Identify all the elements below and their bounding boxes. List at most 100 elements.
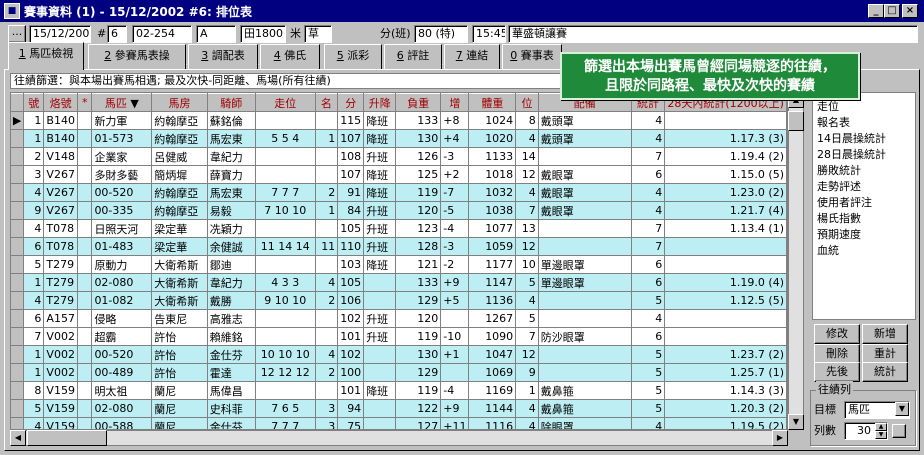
table-row[interactable]: 8 V159 明太祖 蘭尼 馬偉昌 101 降班 119 -4 1169 1 戴鼻箍 5 1.14.3 (…: [11, 381, 787, 400]
count-down-icon[interactable]: ▼: [875, 431, 887, 439]
list-item[interactable]: 走位: [813, 99, 915, 115]
row-selector[interactable]: [11, 183, 25, 202]
target-dropdown-arrow-icon[interactable]: ▼: [895, 402, 909, 416]
col-brand[interactable]: 烙號: [43, 93, 78, 112]
scroll-down-button[interactable]: ▼: [788, 414, 804, 430]
race-code-field[interactable]: 02-254: [132, 25, 192, 43]
tab-dividends[interactable]: 5 派彩: [324, 44, 382, 69]
maximize-button[interactable]: □: [884, 4, 900, 18]
row-selector[interactable]: [11, 381, 25, 400]
delete-button[interactable]: 刪除: [814, 344, 860, 364]
row-selector[interactable]: [11, 417, 25, 429]
edit-button[interactable]: 修改: [814, 324, 860, 344]
tab-runners-workout[interactable]: 2 參賽馬表操: [88, 44, 186, 69]
scroll-right-button[interactable]: ▶: [772, 430, 788, 446]
scroll-left-button[interactable]: ◀: [10, 430, 26, 446]
row-selector[interactable]: [11, 201, 25, 220]
tab-horse-view[interactable]: 1 馬匹檢視: [8, 42, 84, 70]
col-jockey[interactable]: 騎師: [207, 93, 256, 112]
list-item[interactable]: 報名表: [813, 115, 915, 131]
add-button[interactable]: 新增: [862, 324, 908, 344]
race-records-grid[interactable]: 號 烙號 * 馬匹 ▼ 馬房 騎師 走位 名 分 升降 負重 增 體重 位 配備…: [10, 92, 788, 430]
race-date-field[interactable]: 15/12/2002: [29, 25, 91, 43]
col-star[interactable]: *: [77, 93, 93, 112]
table-row[interactable]: 5 V159 02-080 蘭尼 史科菲 7 6 5 3 94 122 +9 1144 4 戴鼻箍 5 1.…: [11, 399, 787, 418]
order-button[interactable]: 先後: [814, 362, 860, 382]
statistics-button[interactable]: 統計: [862, 362, 908, 382]
col-running[interactable]: 走位: [255, 93, 316, 112]
col-updown[interactable]: 升降: [363, 93, 397, 112]
count-stepper[interactable]: 30 ▲ ▼: [844, 422, 888, 440]
grid-vertical-scrollbar[interactable]: ▲ ▼: [788, 92, 804, 430]
race-name-field[interactable]: 華盛頓讓賽: [508, 25, 918, 43]
browse-button[interactable]: ...: [8, 25, 26, 43]
table-row[interactable]: 6 A157 侵略 告東尼 高雅志 102 升班 120 1267 5 4: [11, 309, 787, 328]
list-item[interactable]: 勝敗統計: [813, 163, 915, 179]
record-type-list[interactable]: 走位 報名表 14日晨操統計 28日晨操統計 勝敗統計 走勢評述 使用者評注 楊…: [812, 92, 916, 320]
track-field[interactable]: 草: [304, 25, 332, 43]
list-item[interactable]: 預期速度: [813, 227, 915, 243]
table-row[interactable]: 1 V002 00-489 許怡 霍達 12 12 12 2 100 129 1069 9 5 1.25…: [11, 363, 787, 382]
col-weight[interactable]: 負重: [395, 93, 442, 112]
vertical-scroll-thumb[interactable]: [788, 111, 804, 131]
list-item[interactable]: 14日晨操統計: [813, 131, 915, 147]
row-selector[interactable]: [11, 219, 25, 238]
tab-race-list[interactable]: 0 賽事表: [502, 44, 562, 69]
minimize-button[interactable]: _: [868, 4, 884, 18]
col-draw[interactable]: 位: [515, 93, 539, 112]
horizontal-scroll-thumb[interactable]: [27, 430, 107, 446]
row-selector[interactable]: [11, 255, 25, 274]
table-row[interactable]: 3 V267 多財多藝 簡炳墀 薛寶力 107 降班 125 +2 1018 12 戴眼罩 6 1.15.…: [11, 165, 787, 184]
list-item[interactable]: 走勢評述: [813, 179, 915, 195]
table-row[interactable]: 4 V159 00-588 蘭尼 金仕芬 7 7 7 3 75 127 +11 1116 4 除眼罩 4 1…: [11, 417, 787, 429]
recalc-button[interactable]: 重計: [862, 344, 908, 364]
list-item[interactable]: 28日晨操統計: [813, 147, 915, 163]
table-row[interactable]: 6 T078 01-483 梁定華 余健誠 11 14 14 11 110 升班 128 -3 105…: [11, 237, 787, 256]
close-button[interactable]: ×: [902, 4, 918, 18]
row-selector[interactable]: ▶: [11, 111, 25, 130]
table-row[interactable]: 5 T279 原動力 大衛希斯 鄒迪 103 降班 121 -2 1177 10 單邊眼罩 6: [11, 255, 787, 274]
count-apply-button[interactable]: [892, 424, 906, 438]
col-place[interactable]: 名: [315, 93, 339, 112]
list-item[interactable]: 使用者評注: [813, 195, 915, 211]
race-class-field[interactable]: A: [196, 25, 236, 43]
table-row[interactable]: 9 V267 00-335 約翰摩亞 易毅 7 10 10 1 84 升班 120 -5 1038 7 戴…: [11, 201, 787, 220]
table-row[interactable]: 7 V002 超霸 許怡 賴維銘 101 升班 119 -10 1090 7 防沙眼罩 6: [11, 327, 787, 346]
row-selector[interactable]: [11, 165, 25, 184]
count-up-icon[interactable]: ▲: [875, 423, 887, 431]
col-body-weight[interactable]: 體重: [468, 93, 517, 112]
row-selector[interactable]: [11, 399, 25, 418]
table-row[interactable]: 4 V267 00-520 約翰摩亞 馬宏東 7 7 7 2 91 降班 119 -7 1032 4 戴眼…: [11, 183, 787, 202]
col-no[interactable]: 號: [23, 93, 45, 112]
col-increase[interactable]: 增: [440, 93, 470, 112]
row-selector[interactable]: [11, 345, 25, 364]
col-trainer[interactable]: 馬房: [151, 93, 208, 112]
row-selector[interactable]: [11, 363, 25, 382]
row-selector[interactable]: [11, 129, 25, 148]
table-row[interactable]: 1 V002 00-520 許怡 金仕芬 10 10 10 4 102 130 +1 1047 12 5…: [11, 345, 787, 364]
table-row[interactable]: 1 T279 02-080 大衛希斯 韋紀力 4 3 3 4 105 133 +9 1147 5 單邊眼…: [11, 273, 787, 292]
table-row[interactable]: 2 V148 企業家 呂健威 韋紀力 108 升班 126 -3 1133 14 7 1.19.4 (2…: [11, 147, 787, 166]
row-selector[interactable]: [11, 147, 25, 166]
race-time-field[interactable]: 15:45: [472, 25, 506, 43]
distance-field[interactable]: 田1800: [240, 25, 286, 43]
row-selector[interactable]: [11, 309, 25, 328]
tab-figures[interactable]: 4 佛氏: [260, 44, 320, 69]
table-row[interactable]: 4 T078 日照天河 梁定華 冼穎力 105 升班 123 -4 1077 13 7 1.13.4 (…: [11, 219, 787, 238]
list-item[interactable]: 血統: [813, 243, 915, 259]
tab-links[interactable]: 7 連結: [444, 44, 500, 69]
row-selector[interactable]: [11, 327, 25, 346]
race-number-field[interactable]: 6: [107, 25, 127, 43]
table-row[interactable]: 4 T279 01-082 大衛希斯 戴勝 9 10 10 2 106 129 +5 1136 4 5 1…: [11, 291, 787, 310]
points-field[interactable]: 80 (特): [414, 25, 468, 43]
row-selector[interactable]: [11, 273, 25, 292]
table-row[interactable]: 1 B140 01-573 約翰摩亞 馬宏東 5 5 4 1 107 降班 130 +4 1020 4 戴…: [11, 129, 787, 148]
table-row[interactable]: ▶ 1 B140 新力軍 約翰摩亞 蘇銘倫 115 降班 133 +8 1024 8 戴頭罩 4: [11, 111, 787, 130]
tab-comments[interactable]: 6 評註: [384, 44, 442, 69]
target-select[interactable]: 馬匹 ▼: [844, 401, 910, 419]
list-item[interactable]: 楊氏指數: [813, 211, 915, 227]
row-selector[interactable]: [11, 237, 25, 256]
row-selector[interactable]: [11, 291, 25, 310]
col-horse[interactable]: 馬匹 ▼: [91, 93, 153, 112]
tab-allocation[interactable]: 3 調配表: [188, 44, 258, 69]
